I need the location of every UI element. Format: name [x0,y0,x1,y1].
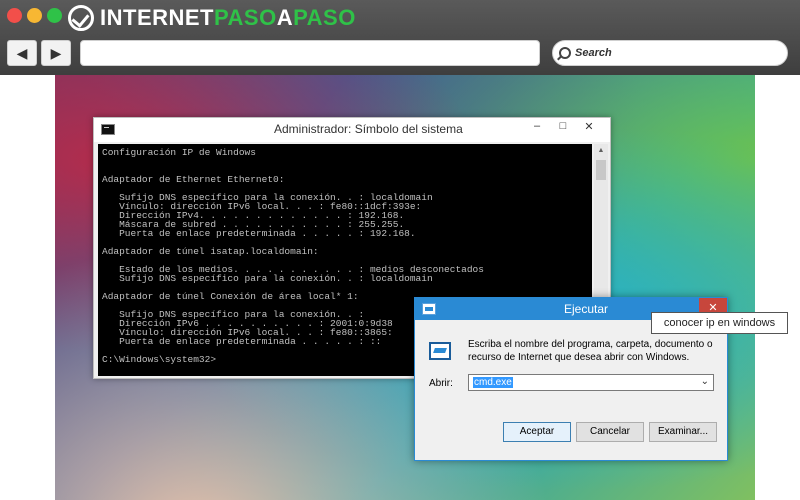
minimize-window-dot[interactable] [27,8,42,23]
open-input-value[interactable]: cmd.exe [473,377,513,388]
browser-chrome: INTERNETPASOAPASO ◀ ▶ Search [0,0,800,75]
chevron-down-icon[interactable]: ⌄ [701,376,709,387]
cmd-titlebar[interactable]: Administrador: Símbolo del sistema – □ ✕ [94,118,610,142]
open-combobox[interactable]: cmd.exe ⌄ [468,374,714,391]
forward-button[interactable]: ▶ [41,40,71,66]
cmd-output-line: Adaptador de túnel isatap.localdomain: [102,246,319,257]
close-window-dot[interactable] [7,8,22,23]
site-logo: INTERNETPASOAPASO [68,3,356,33]
cmd-close-button[interactable]: ✕ [578,120,600,133]
browse-button[interactable]: Examinar... [649,422,717,442]
caption-tooltip: conocer ip en windows [651,312,788,334]
cmd-output-line: Sufijo DNS específico para la conexión. … [102,273,433,284]
logo-text: INTERNETPASOAPASO [100,5,356,30]
run-description: Escriba el nombre del programa, carpeta,… [468,339,713,363]
scroll-up-icon[interactable]: ▲ [594,144,608,158]
forward-arrow-icon: ▶ [50,44,62,61]
maximize-window-dot[interactable] [47,8,62,23]
cmd-output-line: Configuración IP de Windows [102,147,256,158]
cancel-button[interactable]: Cancelar [576,422,644,442]
browser-toolbar: ◀ ▶ Search [0,36,800,75]
address-bar[interactable] [80,40,540,66]
search-icon [559,47,571,59]
back-button[interactable]: ◀ [7,40,37,66]
scroll-thumb[interactable] [596,160,606,180]
ok-button[interactable]: Aceptar [503,422,571,442]
logo-check-icon [68,5,94,31]
search-box[interactable]: Search [552,40,788,66]
back-arrow-icon: ◀ [16,44,28,61]
cmd-output-line: Puerta de enlace predeterminada . . . . … [102,228,416,239]
open-label: Abrir: [429,378,453,389]
search-placeholder: Search [575,47,612,59]
cmd-output-line: Adaptador de Ethernet Ethernet0: [102,174,285,185]
run-program-icon [429,342,451,360]
cmd-output-line [102,157,588,166]
cmd-maximize-button[interactable]: □ [552,120,574,132]
browser-titlebar: INTERNETPASOAPASO [0,0,800,36]
cmd-minimize-button[interactable]: – [526,120,548,132]
